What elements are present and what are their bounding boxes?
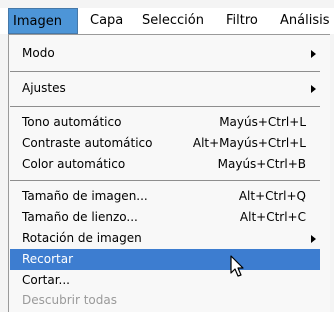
menu-item-label: Modo <box>22 46 55 60</box>
menu-item-color-automatico[interactable]: Color automático Mayús+Ctrl+B <box>10 154 320 175</box>
menu-separator <box>10 71 320 72</box>
menu-item-label: Descubrir todas <box>22 293 117 307</box>
menu-item-shortcut: Alt+Ctrl+Q <box>238 189 306 203</box>
menu-item-contraste-automatico[interactable]: Contraste automático Alt+Mayús+Ctrl+L <box>10 133 320 154</box>
menu-item-modo[interactable]: Modo <box>10 43 320 64</box>
menu-separator <box>10 180 320 181</box>
menu-analisis[interactable]: Análisis <box>276 8 333 34</box>
menu-item-recortar[interactable]: Recortar <box>10 249 320 270</box>
menu-item-shortcut: Mayús+Ctrl+L <box>219 115 306 129</box>
menu-item-label: Cortar... <box>22 273 70 287</box>
submenu-arrow-icon <box>311 85 316 93</box>
menu-seleccion[interactable]: Selección <box>138 8 208 34</box>
submenu-arrow-icon <box>311 50 316 58</box>
menu-separator <box>10 106 320 107</box>
menu-item-descubrir-todas: Descubrir todas <box>10 290 320 311</box>
menu-item-tamano-lienzo[interactable]: Tamaño de lienzo... Alt+Ctrl+C <box>10 207 320 228</box>
menu-item-label: Tono automático <box>22 115 122 129</box>
menu-item-shortcut: Alt+Mayús+Ctrl+L <box>192 136 306 150</box>
menu-item-tono-automatico[interactable]: Tono automático Mayús+Ctrl+L <box>10 112 320 133</box>
menu-item-label: Rotación de imagen <box>22 231 142 245</box>
window: Imagen Capa Selección Filtro Análisis Mo… <box>0 0 334 312</box>
menu-item-ajustes[interactable]: Ajustes <box>10 78 320 99</box>
menu-item-rotacion-imagen[interactable]: Rotación de imagen <box>10 228 320 249</box>
submenu-arrow-icon <box>311 235 316 243</box>
menu-item-label: Tamaño de imagen... <box>22 189 148 203</box>
menu-item-label: Contraste automático <box>22 136 153 150</box>
menu-bar: Imagen Capa Selección Filtro Análisis <box>0 8 334 34</box>
menu-item-cortar[interactable]: Cortar... <box>10 270 320 291</box>
menu-item-shortcut: Mayús+Ctrl+B <box>217 157 306 171</box>
menu-item-label: Color automático <box>22 157 126 171</box>
menu-item-label: Recortar <box>22 252 74 266</box>
menu-item-label: Tamaño de lienzo... <box>22 210 138 224</box>
menu-capa[interactable]: Capa <box>86 8 127 34</box>
menu-imagen[interactable]: Imagen <box>8 8 78 34</box>
menu-item-shortcut: Alt+Ctrl+C <box>239 210 306 224</box>
menu-filtro[interactable]: Filtro <box>222 8 262 34</box>
menu-item-tamano-imagen[interactable]: Tamaño de imagen... Alt+Ctrl+Q <box>10 186 320 207</box>
menu-item-label: Ajustes <box>22 81 66 95</box>
mouse-pointer-icon <box>230 255 246 282</box>
